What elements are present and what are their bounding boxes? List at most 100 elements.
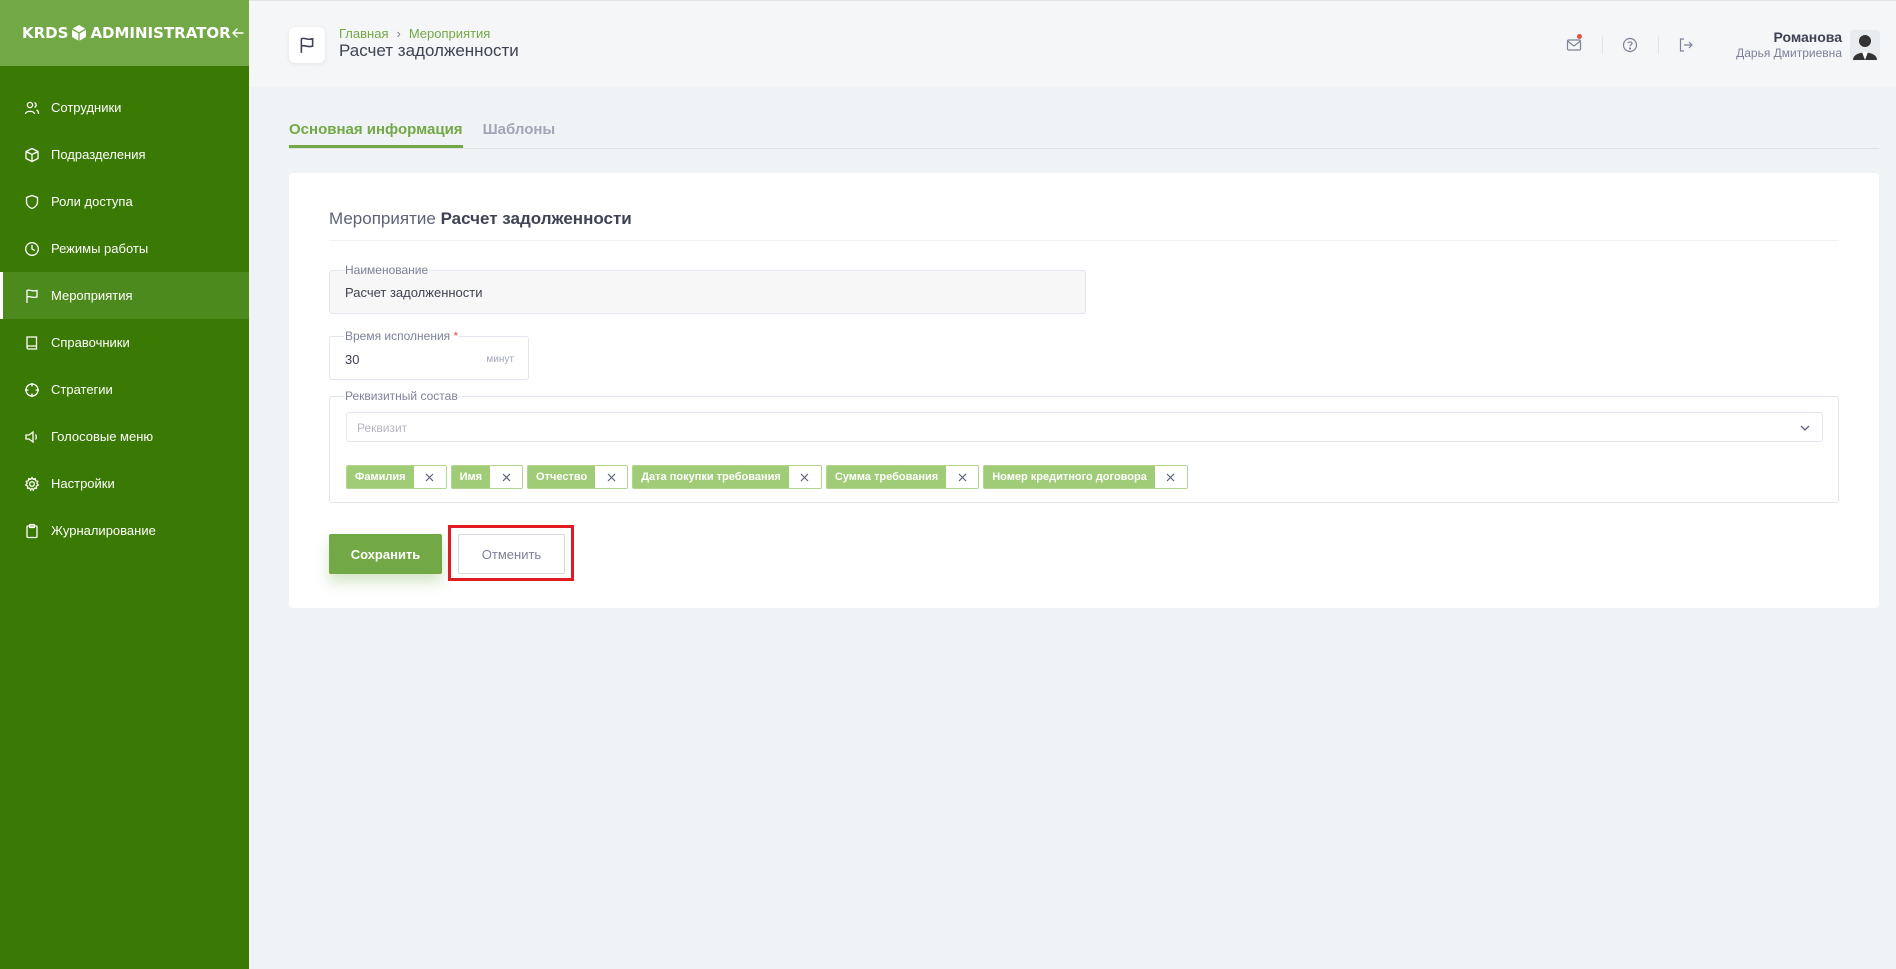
sidebar-item-logging[interactable]: Журналирование (0, 507, 249, 554)
requisites-label: Реквизитный состав (344, 389, 459, 403)
sidebar-item-voice-menus[interactable]: Голосовые меню (0, 413, 249, 460)
sidebar-item-label: Сотрудники (51, 100, 122, 115)
tag-item: Имя (450, 465, 524, 489)
sidebar-item-label: Режимы работы (51, 241, 149, 256)
crosshair-icon (24, 382, 40, 398)
help-icon (1623, 37, 1638, 52)
logout-button[interactable] (1658, 30, 1714, 60)
chevron-down-icon (1800, 425, 1810, 431)
save-button[interactable]: Сохранить (329, 534, 442, 574)
name-value: Расчет задолженности (345, 285, 483, 300)
tab-templates[interactable]: Шаблоны (483, 116, 556, 148)
breadcrumb: Главная › Мероприятия (339, 26, 490, 41)
tag-item: Фамилия (346, 465, 447, 489)
tag-label: Дата покупки требования (633, 466, 789, 488)
requisite-select-placeholder: Реквизит (357, 421, 408, 435)
arrow-left-icon (232, 28, 244, 38)
breadcrumb-home-link[interactable]: Главная (339, 26, 388, 41)
remove-tag-button[interactable] (788, 466, 821, 488)
page-icon (289, 27, 325, 63)
remove-tag-button[interactable] (946, 466, 979, 488)
logo-text-left: KRDS (22, 24, 69, 42)
remove-tag-button[interactable] (595, 466, 628, 488)
remove-tag-button[interactable] (1154, 466, 1187, 488)
user-avatar-icon (1850, 29, 1880, 60)
clock-icon (24, 241, 40, 257)
tag-label: Номер кредитного договора (984, 466, 1155, 488)
shield-icon (24, 194, 40, 210)
flag-icon (24, 288, 40, 304)
tabs: Основная информация Шаблоны (289, 116, 1879, 149)
execution-time-value: 30 (345, 352, 360, 367)
tab-main-info[interactable]: Основная информация (289, 116, 463, 148)
tag-label: Сумма требования (826, 466, 947, 488)
sidebar-item-work-modes[interactable]: Режимы работы (0, 225, 249, 272)
execution-time-field[interactable]: Время исполнения * 30 минут (329, 329, 529, 380)
help-button[interactable] (1602, 30, 1658, 60)
execution-time-label: Время исполнения * (344, 329, 460, 343)
breadcrumb-events-link[interactable]: Мероприятия (409, 26, 491, 41)
top-actions: Романова Дарья Дмитриевна (1546, 1, 1896, 88)
sidebar-item-settings[interactable]: Настройки (0, 460, 249, 507)
close-icon (1166, 473, 1175, 481)
collapse-sidebar-button[interactable] (231, 23, 245, 43)
sidebar-item-label: Голосовые меню (51, 429, 154, 444)
box-icon (24, 147, 40, 163)
card-title: Мероприятие Расчет задолженности (329, 209, 1839, 241)
sidebar-item-label: Настройки (51, 476, 115, 491)
mail-icon (1567, 38, 1582, 51)
sidebar-item-events[interactable]: Мероприятия (0, 272, 249, 319)
tag-label: Отчество (528, 466, 596, 488)
sidebar-item-label: Мероприятия (51, 288, 133, 303)
requisite-tags: Фамилия Имя Отчество Дата покупки требов… (346, 465, 1192, 489)
user-name: Романова (1773, 29, 1842, 45)
sidebar-item-access-roles[interactable]: Роли доступа (0, 178, 249, 225)
users-icon (24, 100, 40, 116)
tag-label: Фамилия (347, 466, 414, 488)
tag-item: Дата покупки требования (632, 465, 822, 489)
avatar (1850, 29, 1880, 60)
messages-button[interactable] (1546, 30, 1602, 60)
requisites-fieldset: Реквизитный состав Реквизит Фамилия Имя … (329, 389, 1839, 503)
close-icon (607, 473, 616, 481)
close-icon (425, 473, 434, 481)
user-patronymic: Дарья Дмитриевна (1736, 46, 1842, 60)
logout-icon (1680, 37, 1693, 52)
execution-time-unit: минут (486, 354, 514, 365)
tag-label: Имя (451, 466, 491, 488)
book-icon (24, 335, 40, 351)
tag-item: Номер кредитного договора (983, 465, 1188, 489)
sidebar-header: KRDS ADMINISTRATOR (0, 0, 249, 66)
cube-logo-icon (72, 25, 87, 41)
card-title-name: Расчет задолженности (440, 209, 632, 228)
topbar: Главная › Мероприятия Расчет задолженнос… (249, 0, 1896, 87)
sidebar-item-directories[interactable]: Справочники (0, 319, 249, 366)
name-field[interactable]: Наименование Расчет задолженности (329, 263, 1086, 314)
close-icon (958, 473, 967, 481)
sidebar-item-strategies[interactable]: Стратегии (0, 366, 249, 413)
notification-dot (1577, 33, 1583, 39)
logo-text-right: ADMINISTRATOR (90, 24, 231, 42)
remove-tag-button[interactable] (490, 466, 523, 488)
sidebar-item-label: Роли доступа (51, 194, 133, 209)
gear-icon (24, 475, 40, 492)
sidebar-item-label: Подразделения (51, 147, 146, 162)
execution-time-label-text: Время исполнения (345, 329, 451, 343)
page-title: Расчет задолженности (339, 41, 519, 60)
flag-icon (300, 37, 314, 53)
card-title-prefix: Мероприятие (329, 209, 436, 228)
user-profile[interactable]: Романова Дарья Дмитриевна (1736, 29, 1880, 60)
speaker-icon (24, 429, 40, 445)
name-label: Наименование (344, 263, 430, 277)
sidebar-item-departments[interactable]: Подразделения (0, 131, 249, 178)
remove-tag-button[interactable] (413, 466, 446, 488)
sidebar: KRDS ADMINISTRATOR Сотрудники Подразделе… (0, 0, 249, 969)
logo[interactable]: KRDS ADMINISTRATOR (22, 24, 231, 42)
close-icon (800, 473, 809, 481)
sidebar-item-label: Журналирование (51, 523, 156, 538)
requisite-select[interactable]: Реквизит (346, 412, 1823, 442)
required-mark: * (453, 329, 459, 343)
sidebar-item-employees[interactable]: Сотрудники (0, 84, 249, 131)
cancel-button[interactable]: Отменить (458, 534, 565, 574)
clipboard-icon (24, 523, 40, 539)
